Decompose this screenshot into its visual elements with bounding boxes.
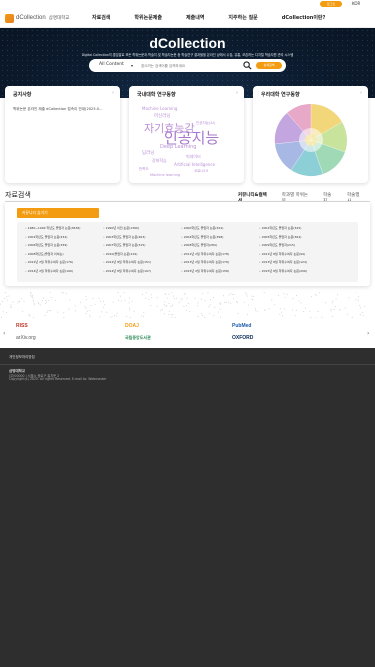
collection-item[interactable]: 2011년 8월 학위수여자 논문(94) [259, 252, 337, 261]
login-button[interactable]: 로그인 [320, 1, 342, 7]
collection-item[interactable]: 2015년 2월 학위수여자 논문(158) [181, 269, 259, 278]
word-cloud-term[interactable]: 만족도 [139, 166, 149, 171]
word-cloud-term[interactable]: Machine learning [150, 173, 180, 177]
nav-item-about[interactable]: dCollection이란? [282, 14, 326, 21]
partner-logo-arxiv[interactable]: arXiv.org [16, 335, 36, 341]
search-input[interactable] [141, 61, 237, 70]
chevron-left-icon[interactable]: ‹ [3, 330, 5, 337]
collection-item[interactable]: 2014년 2월 학위수여자 논문(190) [25, 269, 103, 278]
card-title: 국내대학 연구동향 [137, 92, 176, 98]
partner-logo-doaj[interactable]: DOAJ [125, 323, 139, 329]
word-cloud-term[interactable]: 딥러닝 [142, 149, 154, 156]
card-title: 우리대학 연구동향 [261, 92, 300, 98]
utility-bar: 로그인 KOR [0, 0, 375, 8]
word-cloud-term[interactable]: Machine Learning [142, 106, 178, 111]
word-cloud-term[interactable]: 머신러닝 [154, 112, 171, 119]
advanced-search-button[interactable]: 상세검색 [256, 62, 282, 69]
section-title: 자료검색 [5, 191, 31, 199]
word-cloud-term[interactable]: 강화학습 [152, 157, 167, 163]
domestic-trends-card: 국내대학 연구동향 › Machine Learning 머신러닝 자기효능감 … [129, 86, 244, 183]
notice-item[interactable]: 학위논문 온라인 제출 dCollection 접속이 안내(2025.0... [13, 107, 113, 112]
collection-item[interactable]: 2011년 2월 학위수여자 논문(178) [181, 252, 259, 261]
language-selector[interactable]: KOR [352, 1, 360, 6]
collection-item[interactable]: 2006학년도 졸업자 논문(339) [25, 243, 103, 252]
collection-panel: 커뮤니티 숨기기 1980~1999 학년도 졸업자 논문(3636)1990년… [5, 202, 370, 286]
collection-item[interactable]: 2014년 8월 학위수여자 논문(197) [103, 269, 181, 278]
more-icon[interactable]: › [112, 90, 114, 96]
collection-item[interactable]: 2008학년도(졸업자 이하는) [25, 252, 103, 261]
collection-item[interactable]: 2004학년도 졸업자 논문(398) [181, 235, 259, 244]
collection-item[interactable]: 2008학년도 졸업자(284) [181, 243, 259, 252]
logo-icon [5, 13, 14, 23]
partner-logo-nl[interactable]: 국립중앙도서관 [125, 335, 151, 341]
collection-item[interactable]: 2012년 2월 학위수여자 논문(176) [25, 260, 103, 269]
more-icon[interactable]: › [236, 90, 238, 96]
collection-item[interactable]: 2001학년도 졸업자 논문(325) [259, 226, 337, 235]
collection-item[interactable]: 1980~1999 학년도 졸업자 논문(3636) [25, 226, 103, 235]
collection-item[interactable]: 2007학년도 졸업자 논문(315) [103, 243, 181, 252]
nav-item-search[interactable]: 자료검색 [92, 14, 110, 21]
chevron-right-icon[interactable]: › [367, 330, 369, 337]
hero-description: Digital Collection의 줄임말로 모든 학위논문과 학술지 및 … [81, 53, 294, 57]
collection-item[interactable]: 2009학년도 졸업자(215) [259, 243, 337, 252]
decorative-dots [0, 292, 366, 318]
nav-item-submit[interactable]: 학위논문제출 [134, 14, 162, 21]
collection-item[interactable]: 2010(졸업자 논문(219) [103, 252, 181, 261]
sunburst-chart [274, 103, 347, 177]
search-bar: All Content ▾ 상세검색 [89, 59, 286, 72]
word-cloud-term[interactable]: Deep Learning [160, 144, 196, 150]
collection-item[interactable]: 2013년 2월 학위수여자 논문(176) [181, 260, 259, 269]
university-trends-card: 우리대학 연구동향 › [253, 86, 368, 183]
collection-item[interactable]: 2012년 8월 학위수여자 논문(151) [103, 260, 181, 269]
word-cloud-term[interactable]: 코로나19 [194, 168, 208, 173]
word-cloud-term[interactable]: 빅데이터 [186, 153, 201, 159]
search-scope-select[interactable]: All Content [99, 62, 124, 67]
word-cloud: Machine Learning 머신러닝 자기효능감 인공지능 Deep Le… [139, 106, 219, 177]
collection-item[interactable]: 2002학년도 졸업자 논문(432) [25, 235, 103, 244]
notice-card: 공지사항 › 학위논문 온라인 제출 dCollection 접속이 안내(20… [5, 86, 120, 183]
logo-text: dCollection [16, 15, 46, 21]
footer-copyright: Copyright(c) 2025. All rights Reserved. … [9, 377, 107, 381]
nav-item-history[interactable]: 제출내역 [186, 14, 204, 21]
partner-logo-oxford[interactable]: OXFORD [232, 335, 253, 341]
collection-list: 1980~1999 학년도 졸업자 논문(3636)1990년 이전 논문(13… [17, 222, 358, 282]
more-icon[interactable]: › [360, 90, 362, 96]
collection-item[interactable]: 2015년 8월 학위수여자 논문(206) [259, 269, 337, 278]
collection-item[interactable]: 2005학년도 졸업자 논문(364) [259, 235, 337, 244]
site-logo[interactable]: dCollection 삼명대학교 [5, 12, 69, 24]
nav-item-faq[interactable]: 지주하는 질문 [228, 14, 257, 21]
hero-title: dCollection [149, 35, 226, 51]
partner-logo-riss[interactable]: RISS [16, 323, 28, 329]
collection-item[interactable]: 2013년 8월 학위수여자 논문(124) [259, 260, 337, 269]
word-cloud-term[interactable]: Artificial Intelligence [174, 162, 216, 167]
chevron-down-icon[interactable]: ▾ [131, 63, 133, 68]
collection-item[interactable]: 2003학년도 졸업자 논문(463) [103, 235, 181, 244]
site-footer: 개인정보처리방침 삼명대학교 (우)00000 | 서울시 종로구 홍지문 2 … [0, 348, 375, 667]
partner-banner: ‹ › RISS DOAJ PubMed arXiv.org 국립중앙도서관 O… [0, 318, 375, 348]
search-icon[interactable] [243, 61, 252, 70]
word-cloud-term[interactable]: 인공지능(AI) [196, 120, 216, 125]
university-name: 삼명대학교 [48, 16, 70, 21]
collapse-community-button[interactable]: 커뮤니티 숨기기 [17, 208, 99, 218]
collection-item[interactable]: 2000학년도 졸업자 논문(324) [181, 226, 259, 235]
partner-logo-pubmed[interactable]: PubMed [232, 323, 251, 329]
privacy-policy-link[interactable]: 개인정보처리방침 [9, 355, 35, 360]
card-title: 공지사항 [13, 92, 32, 98]
site-header: dCollection 삼명대학교 자료검색 학위논문제출 제출내역 지주하는 … [0, 8, 375, 28]
main-nav: 자료검색 학위논문제출 제출내역 지주하는 질문 dCollection이란? [92, 14, 349, 21]
collection-item[interactable]: 1990년 이전 논문(1360) [103, 226, 181, 235]
